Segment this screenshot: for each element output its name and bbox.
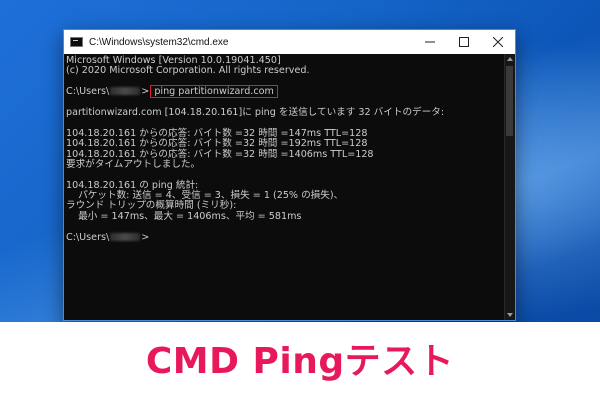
cmd-app-icon [70, 37, 83, 47]
cmd-window[interactable]: C:\Windows\system32\cmd.exe Microsoft Wi… [63, 29, 516, 321]
console-line-timeout: 要求がタイムアウトしました。 [66, 158, 201, 170]
minimize-icon [425, 41, 435, 43]
console-line-prompt: C:\Users\ > [66, 231, 504, 243]
maximize-button[interactable] [447, 30, 481, 54]
vertical-scrollbar[interactable] [504, 54, 515, 320]
console-output[interactable]: Microsoft Windows [Version 10.0.19041.45… [64, 54, 504, 320]
prompt-suffix: > [141, 231, 150, 243]
maximize-icon [459, 37, 469, 47]
scroll-up-arrow-icon[interactable] [507, 57, 513, 61]
prompt-prefix: C:\Users\ [66, 86, 110, 98]
window-controls [413, 30, 515, 54]
highlighted-command: ping partitionwizard.com [150, 85, 278, 99]
caption-title: CMD Pingテスト [145, 341, 455, 382]
minimize-button[interactable] [413, 30, 447, 54]
redacted-username [110, 232, 141, 241]
prompt-prefix: C:\Users\ [66, 231, 110, 243]
scroll-thumb[interactable] [506, 66, 513, 136]
scroll-down-arrow-icon[interactable] [507, 313, 513, 317]
console-line-reply-2: 104.18.20.161 からの応答: バイト数 =32 時間 =192ms … [66, 138, 368, 150]
close-icon [493, 37, 503, 47]
close-button[interactable] [481, 30, 515, 54]
console-line-rtt-values: 最小 = 147ms、最大 = 1406ms、平均 = 581ms [66, 210, 302, 222]
window-title: C:\Windows\system32\cmd.exe [89, 36, 229, 48]
redacted-username [110, 87, 141, 96]
title-bar[interactable]: C:\Windows\system32\cmd.exe [64, 30, 515, 54]
console-line-copyright: (c) 2020 Microsoft Corporation. All righ… [66, 65, 310, 77]
prompt-suffix: > [141, 86, 150, 98]
console-line-send: partitionwizard.com [104.18.20.161]に pin… [66, 106, 445, 118]
console-line-command: C:\Users\ > ping partitionwizard.com [66, 85, 504, 99]
